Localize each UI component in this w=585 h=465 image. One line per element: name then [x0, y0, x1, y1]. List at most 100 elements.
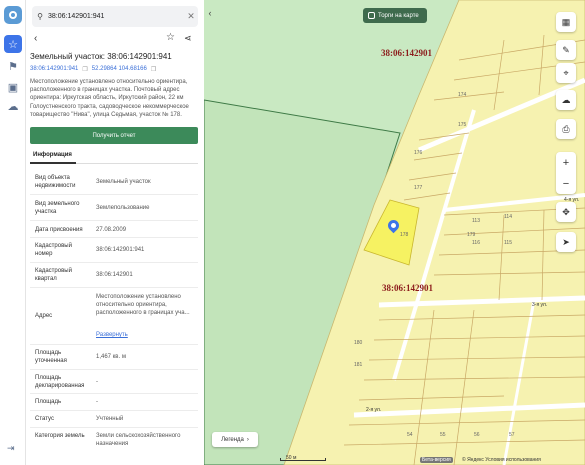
property-value: 27.08.2009: [96, 227, 127, 233]
legend-button[interactable]: Легенда ›: [212, 432, 258, 447]
property-value: 38:06:142901: [96, 272, 133, 278]
property-value: 1,467 кв. м: [96, 354, 126, 360]
move-icon: ✥: [562, 206, 570, 217]
property-key: Вид объекта недвижимости: [35, 175, 76, 189]
copy-icon[interactable]: ❐: [82, 66, 87, 73]
property-key: Вид земельного участка: [35, 201, 80, 215]
map-canvas[interactable]: 174 175 176 177 178 179 180 181 114 116 …: [204, 0, 585, 465]
parcel-number: 114: [504, 214, 512, 220]
pencil-icon: ✎: [562, 44, 570, 55]
parcel-number: 175: [458, 122, 467, 128]
cloud-icon[interactable]: ☁: [4, 97, 22, 115]
auctions-toggle[interactable]: Торги на карте: [363, 8, 427, 23]
copy-coords-icon[interactable]: ❐: [151, 66, 156, 73]
clear-search-icon[interactable]: ✕: [184, 11, 198, 22]
grid-icon[interactable]: ▣: [4, 78, 22, 96]
table-row: Вид объекта недвижимости Земельный участ…: [30, 167, 198, 195]
ruler-button[interactable]: ⌖: [556, 63, 576, 83]
toggle-icon: [368, 12, 375, 19]
property-value: -: [96, 399, 98, 405]
ruler-icon: ⌖: [563, 67, 569, 78]
upload-button[interactable]: ☁: [556, 90, 576, 110]
side-rail: ☆ ⚑ ▣ ☁ ⇥: [0, 0, 26, 465]
app-logo[interactable]: [4, 6, 22, 24]
search-input[interactable]: 38:06:142901:941: [48, 13, 184, 20]
layers-button[interactable]: ▦: [556, 12, 576, 32]
tab-bar: Информация: [30, 150, 198, 164]
table-row: Площадь -: [30, 394, 198, 411]
locate-button[interactable]: ➤: [556, 232, 576, 252]
property-key: Дата присвоения: [35, 227, 83, 233]
collapse-panel-icon[interactable]: ‹: [204, 8, 216, 22]
location-arrow-icon: ➤: [562, 236, 570, 247]
street-label: 2-я ул.: [366, 407, 382, 413]
chevron-right-icon: ›: [246, 436, 249, 443]
cadastral-quarter-label: 38:06:142901: [382, 283, 433, 293]
parcel-number: 174: [458, 92, 467, 98]
parcel-number: 56: [474, 432, 480, 438]
print-button[interactable]: ⎙: [556, 119, 576, 139]
parcel-number: 116: [472, 240, 480, 246]
parcel-number: 177: [414, 185, 423, 191]
street-label: 3-я ул.: [532, 302, 548, 308]
table-row: Дата присвоения 27.08.2009: [30, 221, 198, 238]
layers-icon: ▦: [561, 16, 571, 27]
property-value: 38:06:142901:941: [96, 247, 145, 253]
panel-header: ‹ ☆ ⋖: [26, 32, 204, 45]
draw-button[interactable]: ✎: [556, 40, 576, 60]
property-key: Площадь: [35, 399, 62, 405]
property-value: Земли сельскохозяйственного назначения: [96, 433, 181, 447]
zoom-out-button[interactable]: −: [556, 173, 576, 194]
coordinates-link[interactable]: 52.29864 104.68166: [92, 66, 147, 73]
auctions-label: Торги на карте: [378, 12, 419, 19]
address-description: Местоположение установлено относительно …: [30, 79, 189, 118]
property-value: Учтенный: [96, 416, 124, 422]
star-icon[interactable]: ☆: [4, 35, 22, 53]
zoom-in-button[interactable]: +: [556, 152, 576, 173]
property-key: Кадастровый квартал: [35, 268, 72, 282]
parcel-number: 55: [440, 432, 446, 438]
map-copyright[interactable]: © Яндекс Условия использования: [462, 457, 541, 463]
property-key: Адрес: [35, 313, 53, 319]
parcel-number: 179: [467, 232, 476, 238]
table-row: Вид земельного участка Землепользование: [30, 195, 198, 221]
table-row: Адрес Местоположение установлено относит…: [30, 288, 198, 345]
expand-link[interactable]: Развернуть: [96, 331, 196, 339]
table-row: Статус Учтенный: [30, 411, 198, 428]
property-value: -: [96, 379, 98, 385]
property-value: Землепользование: [96, 205, 150, 211]
parcel-number: 113: [472, 218, 480, 224]
share-icon[interactable]: ⋖: [184, 33, 192, 44]
property-key: Кадастровый номер: [35, 243, 72, 257]
coords-row: 38:06:142901:941 ❐ 52.29864 104.68166 ❐: [30, 66, 156, 73]
zoom-controls: + −: [556, 152, 576, 194]
property-key: Площадь декларированная: [35, 375, 85, 389]
parcel-number: 115: [504, 240, 512, 246]
table-row: Категория земель Земли сельскохозяйствен…: [30, 428, 198, 454]
tab-information[interactable]: Информация: [33, 152, 72, 158]
parcel-number: 57: [509, 432, 515, 438]
flag-icon[interactable]: ⚑: [4, 57, 22, 75]
map-layers: [204, 0, 585, 465]
property-value: Местоположение установлено относительно …: [96, 294, 190, 316]
logout-icon[interactable]: ⇥: [7, 443, 15, 454]
scale-bar: [280, 458, 326, 461]
print-icon: ⎙: [562, 123, 570, 134]
parcel-number: 180: [354, 340, 363, 346]
parcel-number: 176: [414, 150, 423, 156]
search-icon: ⚲: [37, 12, 43, 21]
cloud-upload-icon: ☁: [561, 94, 571, 105]
table-row: Площадь уточненная 1,467 кв. м: [30, 345, 198, 370]
search-bar[interactable]: ⚲ 38:06:142901:941 ✕: [32, 6, 198, 27]
parcel-number: 181: [354, 362, 363, 368]
get-report-button[interactable]: Получить отчет: [30, 127, 198, 144]
table-row: Площадь декларированная -: [30, 370, 198, 394]
property-key: Статус: [35, 416, 54, 422]
back-arrow-icon[interactable]: ‹: [34, 33, 37, 44]
legend-label: Легенда: [221, 436, 244, 443]
table-row: Кадастровый номер 38:06:142901:941: [30, 238, 198, 263]
parcel-number: 178: [400, 232, 409, 238]
fullscreen-button[interactable]: ✥: [556, 202, 576, 222]
cadastral-number-link[interactable]: 38:06:142901:941: [30, 66, 78, 73]
favorite-star-icon[interactable]: ☆: [166, 32, 175, 43]
